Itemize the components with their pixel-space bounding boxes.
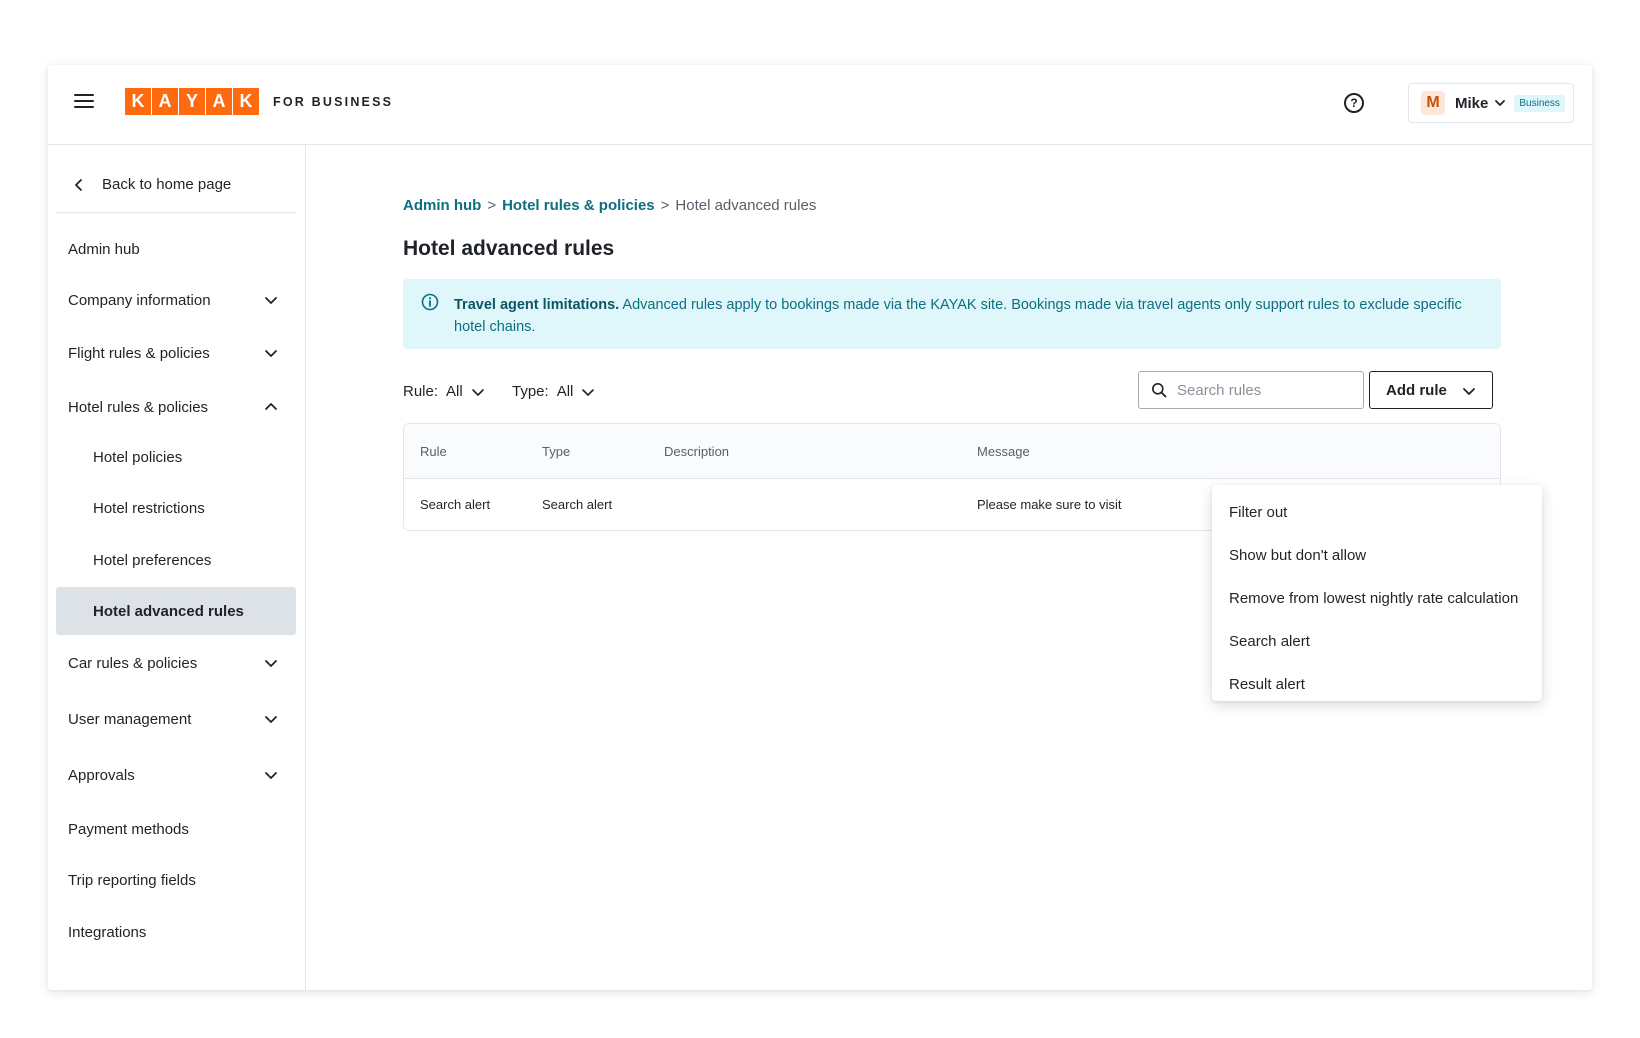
type-filter[interactable]: Type: All bbox=[512, 383, 595, 400]
sidebar-item-hotel-policies[interactable]: Hotel policies bbox=[56, 433, 296, 481]
sidebar-item-hotel-advanced-rules[interactable]: Hotel advanced rules bbox=[56, 587, 296, 635]
sidebar-item-approvals[interactable]: Approvals bbox=[56, 751, 296, 799]
type-filter-label: Type: bbox=[512, 383, 549, 400]
sidebar-item-label: Flight rules & policies bbox=[68, 344, 210, 362]
cell-rule: Search alert bbox=[420, 497, 491, 512]
sidebar-item-payment-methods[interactable]: Payment methods bbox=[56, 805, 296, 853]
breadcrumb: Admin hub > Hotel rules & policies > Hot… bbox=[403, 197, 816, 214]
sidebar-item-label: Hotel preferences bbox=[93, 551, 212, 569]
add-rule-menu: Filter out Show but don't allow Remove f… bbox=[1212, 485, 1542, 701]
back-to-home-link[interactable]: Back to home page bbox=[56, 157, 296, 213]
breadcrumb-current: Hotel advanced rules bbox=[675, 197, 817, 214]
sidebar-item-label: Hotel advanced rules bbox=[93, 602, 244, 620]
search-rules-field[interactable] bbox=[1138, 371, 1364, 409]
chevron-down-icon bbox=[1495, 100, 1506, 106]
cell-message: Please make sure to visit thi bbox=[977, 497, 1125, 512]
sidebar-item-label: Payment methods bbox=[68, 820, 189, 838]
sidebar-item-hotel-restrictions[interactable]: Hotel restrictions bbox=[56, 484, 296, 532]
sidebar-item-hotel-preferences[interactable]: Hotel preferences bbox=[56, 536, 296, 584]
logo-letter: A bbox=[206, 88, 232, 115]
chevron-down-icon bbox=[265, 660, 277, 667]
account-menu-button[interactable]: M Mike Business bbox=[1408, 83, 1574, 123]
sidebar-item-user-management[interactable]: User management bbox=[56, 695, 296, 743]
table-header: Rule Type Description Message bbox=[404, 424, 1500, 479]
logo-letter: A bbox=[152, 88, 178, 115]
menu-item-filter-out[interactable]: Filter out bbox=[1212, 491, 1542, 534]
menu-item-result-alert[interactable]: Result alert bbox=[1212, 663, 1542, 706]
menu-item-search-alert[interactable]: Search alert bbox=[1212, 620, 1542, 663]
chevron-down-icon bbox=[265, 716, 277, 723]
column-header-message[interactable]: Message bbox=[977, 444, 1030, 459]
rule-filter-label: Rule: bbox=[403, 383, 439, 400]
chevron-down-icon bbox=[582, 388, 595, 396]
breadcrumb-separator: > bbox=[487, 197, 497, 214]
menu-item-remove-from-lowest-rate[interactable]: Remove from lowest nightly rate calculat… bbox=[1212, 577, 1542, 620]
search-input[interactable] bbox=[1177, 381, 1347, 399]
top-bar: K A Y A K FOR BUSINESS ? M Mike Business bbox=[48, 65, 1592, 145]
column-header-description[interactable]: Description bbox=[664, 444, 729, 459]
column-header-type[interactable]: Type bbox=[542, 444, 570, 459]
add-rule-button[interactable]: Add rule bbox=[1369, 371, 1493, 409]
avatar: M bbox=[1421, 91, 1445, 115]
logo-letter: Y bbox=[179, 88, 205, 115]
column-header-rule[interactable]: Rule bbox=[420, 444, 447, 459]
sidebar-item-label: User management bbox=[68, 710, 192, 728]
sidebar-item-integrations[interactable]: Integrations bbox=[56, 908, 296, 956]
account-name: Mike bbox=[1455, 94, 1489, 112]
sidebar-item-label: Integrations bbox=[68, 923, 147, 941]
breadcrumb-link-admin-hub[interactable]: Admin hub bbox=[403, 197, 481, 214]
chevron-down-icon bbox=[265, 772, 277, 779]
info-banner-title: Travel agent limitations. bbox=[454, 297, 620, 313]
sidebar: Back to home page Admin hub Company info… bbox=[48, 145, 306, 990]
sidebar-item-car-rules[interactable]: Car rules & policies bbox=[56, 639, 296, 687]
logo-letter: K bbox=[125, 88, 151, 115]
help-icon[interactable]: ? bbox=[1344, 93, 1364, 113]
sidebar-item-hotel-rules[interactable]: Hotel rules & policies bbox=[56, 383, 296, 431]
breadcrumb-separator: > bbox=[660, 197, 670, 214]
chevron-down-icon bbox=[265, 350, 277, 357]
back-link-label: Back to home page bbox=[102, 176, 232, 193]
add-rule-label: Add rule bbox=[1386, 381, 1447, 399]
account-type-badge: Business bbox=[1514, 94, 1565, 112]
chevron-up-icon bbox=[265, 403, 277, 410]
menu-icon[interactable] bbox=[74, 94, 94, 110]
rule-filter[interactable]: Rule: All bbox=[403, 383, 485, 400]
sidebar-item-label: Car rules & policies bbox=[68, 654, 198, 672]
breadcrumb-link-hotel-rules[interactable]: Hotel rules & policies bbox=[502, 197, 655, 214]
info-banner: Travel agent limitations. Advanced rules… bbox=[403, 279, 1501, 349]
info-banner-text: Travel agent limitations. Advanced rules… bbox=[454, 294, 1483, 338]
menu-item-show-but-dont-allow[interactable]: Show but don't allow bbox=[1212, 534, 1542, 577]
chevron-down-icon bbox=[1463, 388, 1475, 395]
sidebar-item-label: Admin hub bbox=[68, 240, 140, 258]
sidebar-item-trip-reporting-fields[interactable]: Trip reporting fields bbox=[56, 856, 296, 904]
chevron-down-icon bbox=[265, 297, 277, 304]
sidebar-item-admin-hub[interactable]: Admin hub bbox=[56, 225, 296, 273]
rule-filter-value: All bbox=[446, 383, 463, 400]
search-icon bbox=[1152, 383, 1167, 398]
kayak-logo[interactable]: K A Y A K bbox=[125, 88, 259, 115]
page-title: Hotel advanced rules bbox=[403, 237, 615, 260]
chevron-down-icon bbox=[471, 388, 484, 396]
chevron-left-icon bbox=[75, 178, 82, 191]
sidebar-item-label: Trip reporting fields bbox=[68, 871, 196, 889]
sidebar-item-company-information[interactable]: Company information bbox=[56, 276, 296, 324]
type-filter-value: All bbox=[556, 383, 574, 400]
brand-suffix: FOR BUSINESS bbox=[273, 95, 394, 109]
cell-type: Search alert bbox=[542, 497, 613, 512]
sidebar-item-flight-rules[interactable]: Flight rules & policies bbox=[56, 329, 296, 377]
sidebar-item-label: Hotel rules & policies bbox=[68, 398, 209, 416]
sidebar-item-label: Company information bbox=[68, 291, 211, 309]
sidebar-item-label: Approvals bbox=[68, 766, 135, 784]
info-icon bbox=[421, 293, 439, 311]
logo-letter: K bbox=[233, 88, 259, 115]
sidebar-item-label: Hotel policies bbox=[93, 448, 183, 466]
app-window: K A Y A K FOR BUSINESS ? M Mike Business… bbox=[48, 65, 1592, 990]
sidebar-item-label: Hotel restrictions bbox=[93, 499, 205, 517]
